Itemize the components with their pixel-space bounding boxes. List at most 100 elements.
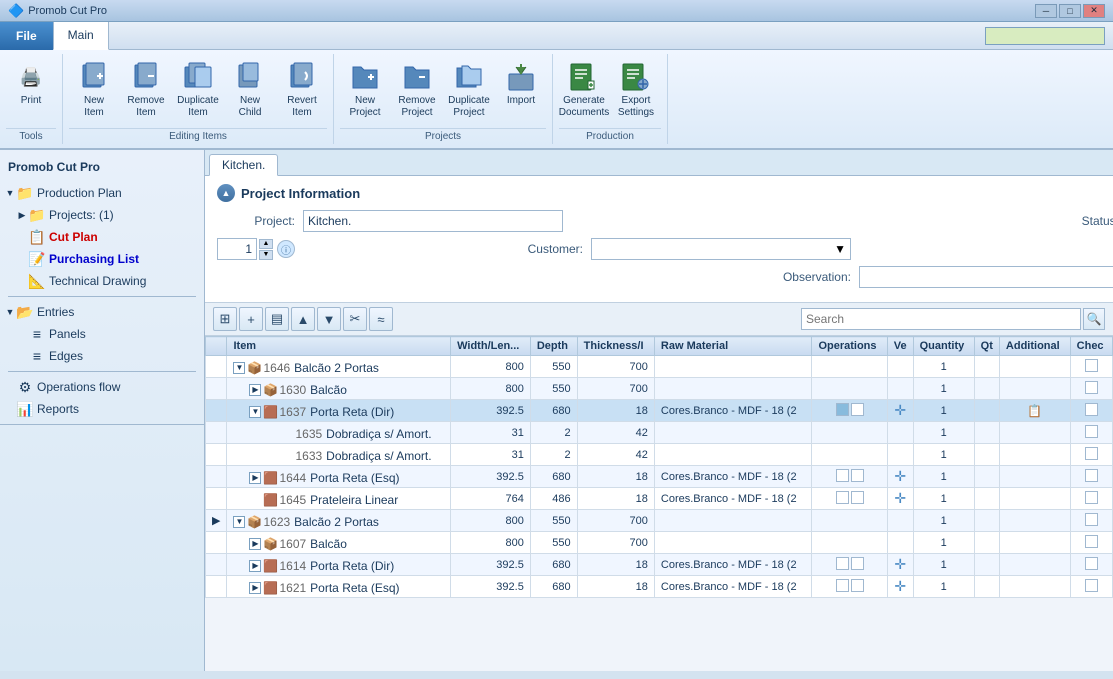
expand-btn-row3[interactable]: ▼ [249,406,261,418]
expand-btn-row8[interactable]: ▼ [233,516,245,528]
table-row[interactable]: ▶ 🟫 1644 Porta Reta (Esq) 392.5 680 18 C… [206,466,1113,488]
mode-button[interactable]: ▤ [265,307,289,331]
sidebar-item-cut-plan[interactable]: 📋 Cut Plan [12,226,204,248]
add-button[interactable]: + [239,307,263,331]
table-row[interactable]: ▶ 📦 1630 Balcão 800 550 700 1 [206,378,1113,400]
close-button[interactable]: ✕ [1083,4,1105,18]
item-cell[interactable]: ▶ 🟫 1621 Porta Reta (Esq) [227,576,451,598]
check-cb-row10[interactable] [1085,557,1098,570]
revert-item-button[interactable]: RevertItem [277,58,327,122]
cut-button[interactable]: ✂ [343,307,367,331]
move-down-button[interactable]: ▼ [317,307,341,331]
table-row[interactable]: 🟫 1645 Prateleira Linear 764 486 18 Core… [206,488,1113,510]
project-input[interactable] [303,210,563,232]
ve-plus-row6[interactable]: ✛ [894,468,906,484]
item-cell[interactable]: ▼ 🟫 1637 Porta Reta (Dir) [227,400,451,422]
print-button[interactable]: 🖨️ Print [6,58,56,110]
check-cb-row5[interactable] [1085,447,1098,460]
table-search-input[interactable] [801,308,1081,330]
col-quantity[interactable]: Quantity [913,337,974,356]
minimize-button[interactable]: ─ [1035,4,1057,18]
sidebar-item-entries[interactable]: ▼ 📂 Entries [0,301,204,323]
duplicate-project-button[interactable]: DuplicateProject [444,58,494,122]
item-cell[interactable]: ▼ 📦 1646 Balcão 2 Portas [227,356,451,378]
col-check[interactable]: Chec [1070,337,1112,356]
quantity-down-button[interactable]: ▼ [259,250,273,260]
item-cell[interactable]: ▶ 📦 1607 Balcão [227,532,451,554]
check-cb-row4[interactable] [1085,425,1098,438]
search-icon-button[interactable]: 🔍 [1083,308,1105,330]
check-cb-row9[interactable] [1085,535,1098,548]
expand-btn-row1[interactable]: ▼ [233,362,245,374]
op-cb1[interactable] [836,557,849,570]
op-cb1[interactable] [836,403,849,416]
sidebar-item-edges[interactable]: ≡ Edges [12,345,204,367]
import-button[interactable]: Import [496,58,546,110]
file-menu[interactable]: File [0,22,53,50]
table-row[interactable]: 1635 Dobradiça s/ Amort. 31 2 42 1 [206,422,1113,444]
expand-btn-row9[interactable]: ▶ [249,538,261,550]
item-cell[interactable]: ▼ 📦 1623 Balcão 2 Portas [227,510,451,532]
remove-project-button[interactable]: RemoveProject [392,58,442,122]
item-cell[interactable]: 🟫 1645 Prateleira Linear [227,488,451,510]
table-row[interactable]: 1633 Dobradiça s/ Amort. 31 2 42 1 [206,444,1113,466]
quantity-up-button[interactable]: ▲ [259,239,273,249]
item-cell[interactable]: ▶ 🟫 1644 Porta Reta (Esq) [227,466,451,488]
remove-item-button[interactable]: RemoveItem [121,58,171,122]
col-additional[interactable]: Additional [999,337,1070,356]
quantity-input[interactable] [217,238,257,260]
table-row[interactable]: ▶ 📦 1607 Balcão 800 550 700 1 [206,532,1113,554]
item-cell[interactable]: 1633 Dobradiça s/ Amort. [227,444,451,466]
check-cb-row1[interactable] [1085,359,1098,372]
customer-select[interactable]: ▼ [591,238,851,260]
table-row[interactable]: ▶ 🟫 1621 Porta Reta (Esq) 392.5 680 18 C… [206,576,1113,598]
ve-plus-row3[interactable]: ✛ [894,402,906,418]
op-cb2[interactable] [851,491,864,504]
observation-input[interactable] [859,266,1113,288]
op-cb2[interactable] [851,557,864,570]
op-cb1[interactable] [836,469,849,482]
ve-plus-row10[interactable]: ✛ [894,556,906,572]
check-cb-row7[interactable] [1085,491,1098,504]
export-settings-button[interactable]: ExportSettings [611,58,661,122]
check-cb-row3[interactable] [1085,403,1098,416]
check-cb-row8[interactable] [1085,513,1098,526]
new-child-button[interactable]: NewChild [225,58,275,122]
op-cb2[interactable] [851,469,864,482]
col-thickness[interactable]: Thickness/I [577,337,654,356]
col-qt[interactable]: Qt [974,337,999,356]
op-cb2[interactable] [851,579,864,592]
expand-btn-row10[interactable]: ▶ [249,560,261,572]
add-grid-button[interactable]: ⊞ [213,307,237,331]
check-cb-row2[interactable] [1085,381,1098,394]
generate-documents-button[interactable]: GenerateDocuments [559,58,609,122]
expand-btn-row11[interactable]: ▶ [249,582,261,594]
op-cb1[interactable] [836,491,849,504]
table-row[interactable]: ▼ 🟫 1637 Porta Reta (Dir) 392.5 680 18 C… [206,400,1113,422]
item-cell[interactable]: ▶ 📦 1630 Balcão [227,378,451,400]
sidebar-item-panels[interactable]: ≡ Panels [12,323,204,345]
move-up-button[interactable]: ▲ [291,307,315,331]
additional-icon-row3[interactable]: 📋 [1027,404,1042,418]
sidebar-item-purchasing-list[interactable]: 📝 Purchasing List [12,248,204,270]
col-rawmaterial[interactable]: Raw Material [654,337,812,356]
item-cell[interactable]: ▶ 🟫 1614 Porta Reta (Dir) [227,554,451,576]
op-cb2[interactable] [851,403,864,416]
restore-button[interactable]: □ [1059,4,1081,18]
col-depth[interactable]: Depth [530,337,577,356]
new-item-button[interactable]: NewItem [69,58,119,122]
col-operations[interactable]: Operations [812,337,887,356]
table-row[interactable]: ▼ 📦 1646 Balcão 2 Portas 800 550 700 1 [206,356,1113,378]
col-item[interactable]: Item [227,337,451,356]
sidebar-item-technical-drawing[interactable]: 📐 Technical Drawing [12,270,204,292]
sidebar-item-operations-flow[interactable]: ⚙ Operations flow [0,376,204,398]
main-tab[interactable]: Main [53,22,109,50]
item-cell[interactable]: 1635 Dobradiça s/ Amort. [227,422,451,444]
ve-plus-row7[interactable]: ✛ [894,490,906,506]
sidebar-item-reports[interactable]: 📊 Reports [0,398,204,420]
expand-btn-row2[interactable]: ▶ [249,384,261,396]
ve-plus-row11[interactable]: ✛ [894,578,906,594]
table-row[interactable]: ▶ 🟫 1614 Porta Reta (Dir) 392.5 680 18 C… [206,554,1113,576]
check-cb-row6[interactable] [1085,469,1098,482]
col-width[interactable]: Width/Len... [451,337,531,356]
